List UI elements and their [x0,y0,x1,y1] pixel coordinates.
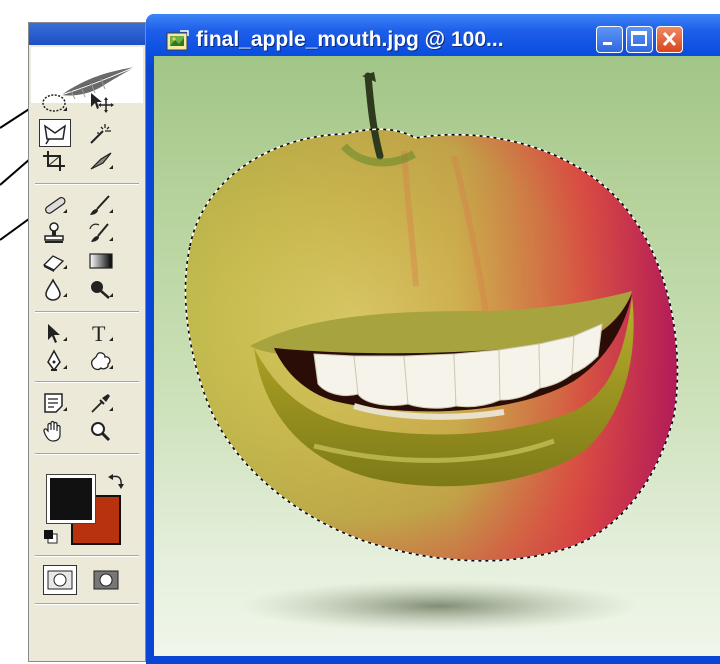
maximize-icon [631,31,647,46]
blur-tool-icon[interactable] [39,275,71,303]
standard-mode-button[interactable] [43,565,77,595]
jpeg-file-icon [166,30,190,57]
magic-wand-tool-icon[interactable] [85,119,117,147]
path-selection-tool-icon[interactable] [39,319,71,347]
toolbox-title-bar[interactable] [29,23,145,45]
hand-tool-icon[interactable] [39,417,71,445]
toolbox-divider [35,555,139,557]
eyedropper-tool-icon[interactable] [85,389,117,417]
type-tool-icon[interactable]: T [85,319,117,347]
toolbox-divider [35,381,139,383]
pen-tool-icon[interactable] [39,347,71,375]
custom-shape-tool-icon[interactable] [85,347,117,375]
move-tool-icon[interactable] [85,89,117,117]
quick-mask-mode-button[interactable] [89,565,123,595]
history-brush-tool-icon[interactable] [85,219,117,247]
eraser-tool-icon[interactable] [39,247,71,275]
toolbox-divider [35,453,139,455]
svg-text:T: T [92,321,106,345]
zoom-tool-icon[interactable] [85,417,117,445]
toolbox-divider [35,183,139,185]
healing-brush-tool-icon[interactable] [39,191,71,219]
slice-tool-icon[interactable] [85,147,117,175]
toolbox-panel: T [28,22,146,662]
dodge-tool-icon[interactable] [85,275,117,303]
swap-colors-icon[interactable] [107,473,125,496]
foreground-color-swatch[interactable] [46,474,96,524]
close-icon [662,31,677,47]
image-canvas[interactable] [154,56,720,656]
clone-stamp-tool-icon[interactable] [39,219,71,247]
toolbox-divider [35,603,139,605]
polygonal-lasso-tool-icon[interactable] [39,119,71,147]
apple-mouth-image [184,72,679,632]
marquee-tool-icon[interactable] [39,89,71,117]
brush-tool-icon[interactable] [85,191,117,219]
minimize-icon [603,42,612,45]
default-colors-icon[interactable] [43,529,59,550]
maximize-button[interactable] [626,26,653,53]
document-window: final_apple_mouth.jpg @ 100... [146,14,720,664]
toolbox-divider [35,311,139,313]
crop-tool-icon[interactable] [39,147,71,175]
close-button[interactable] [656,26,683,53]
gradient-tool-icon[interactable] [85,247,117,275]
document-title: final_apple_mouth.jpg @ 100... [196,28,504,51]
minimize-button[interactable] [596,26,623,53]
notes-tool-icon[interactable] [39,389,71,417]
